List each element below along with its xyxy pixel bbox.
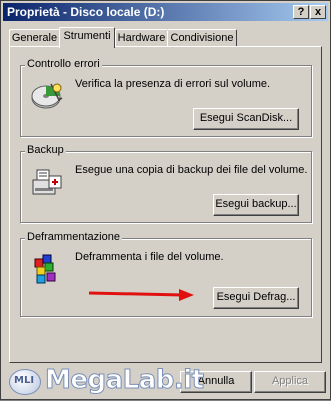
defrag-description: Deframmenta i file del volume. bbox=[75, 251, 224, 263]
watermark: MLI MegaLab.it bbox=[7, 363, 267, 401]
tab-generale[interactable]: Generale bbox=[9, 29, 60, 47]
tab-condivisione[interactable]: Condivisione bbox=[167, 29, 237, 47]
backup-title: Backup bbox=[25, 144, 66, 156]
run-backup-button[interactable]: Esegui backup... bbox=[213, 194, 299, 216]
tab-hardware[interactable]: Hardware bbox=[115, 29, 168, 47]
properties-window: Proprietà - Disco locale (D:) ? x Genera… bbox=[0, 0, 331, 400]
backup-icon bbox=[32, 169, 62, 195]
error-check-title: Controllo errori bbox=[25, 58, 102, 70]
defrag-title: Deframmentazione bbox=[25, 231, 122, 243]
defrag-icon bbox=[34, 254, 56, 284]
watermark-text: MegaLab.it bbox=[45, 365, 205, 396]
run-defrag-button[interactable]: Esegui Defrag... bbox=[213, 287, 299, 309]
error-check-group: Controllo errori Verifica la presenza di… bbox=[20, 58, 312, 137]
watermark-logo: MLI bbox=[9, 369, 41, 395]
window-title: Proprietà - Disco locale (D:) bbox=[7, 5, 165, 19]
title-bar[interactable]: Proprietà - Disco locale (D:) ? x bbox=[3, 3, 328, 21]
scandisk-icon bbox=[31, 83, 63, 109]
backup-group: Backup Esegue una copia di backup dei fi… bbox=[20, 144, 312, 223]
tab-strumenti[interactable]: Strumenti bbox=[59, 27, 115, 48]
help-button[interactable]: ? bbox=[293, 5, 309, 19]
red-arrow-annotation bbox=[88, 289, 194, 301]
tab-panel-strumenti: Controllo errori Verifica la presenza di… bbox=[9, 46, 322, 363]
error-check-description: Verifica la presenza di errori sul volum… bbox=[75, 78, 271, 90]
run-scandisk-button[interactable]: Esegui ScanDisk... bbox=[193, 108, 299, 130]
backup-description: Esegue una copia di backup dei file del … bbox=[75, 164, 308, 176]
close-button[interactable]: x bbox=[310, 5, 326, 19]
defrag-group: Deframmentazione Deframmenta i file del … bbox=[20, 231, 312, 317]
